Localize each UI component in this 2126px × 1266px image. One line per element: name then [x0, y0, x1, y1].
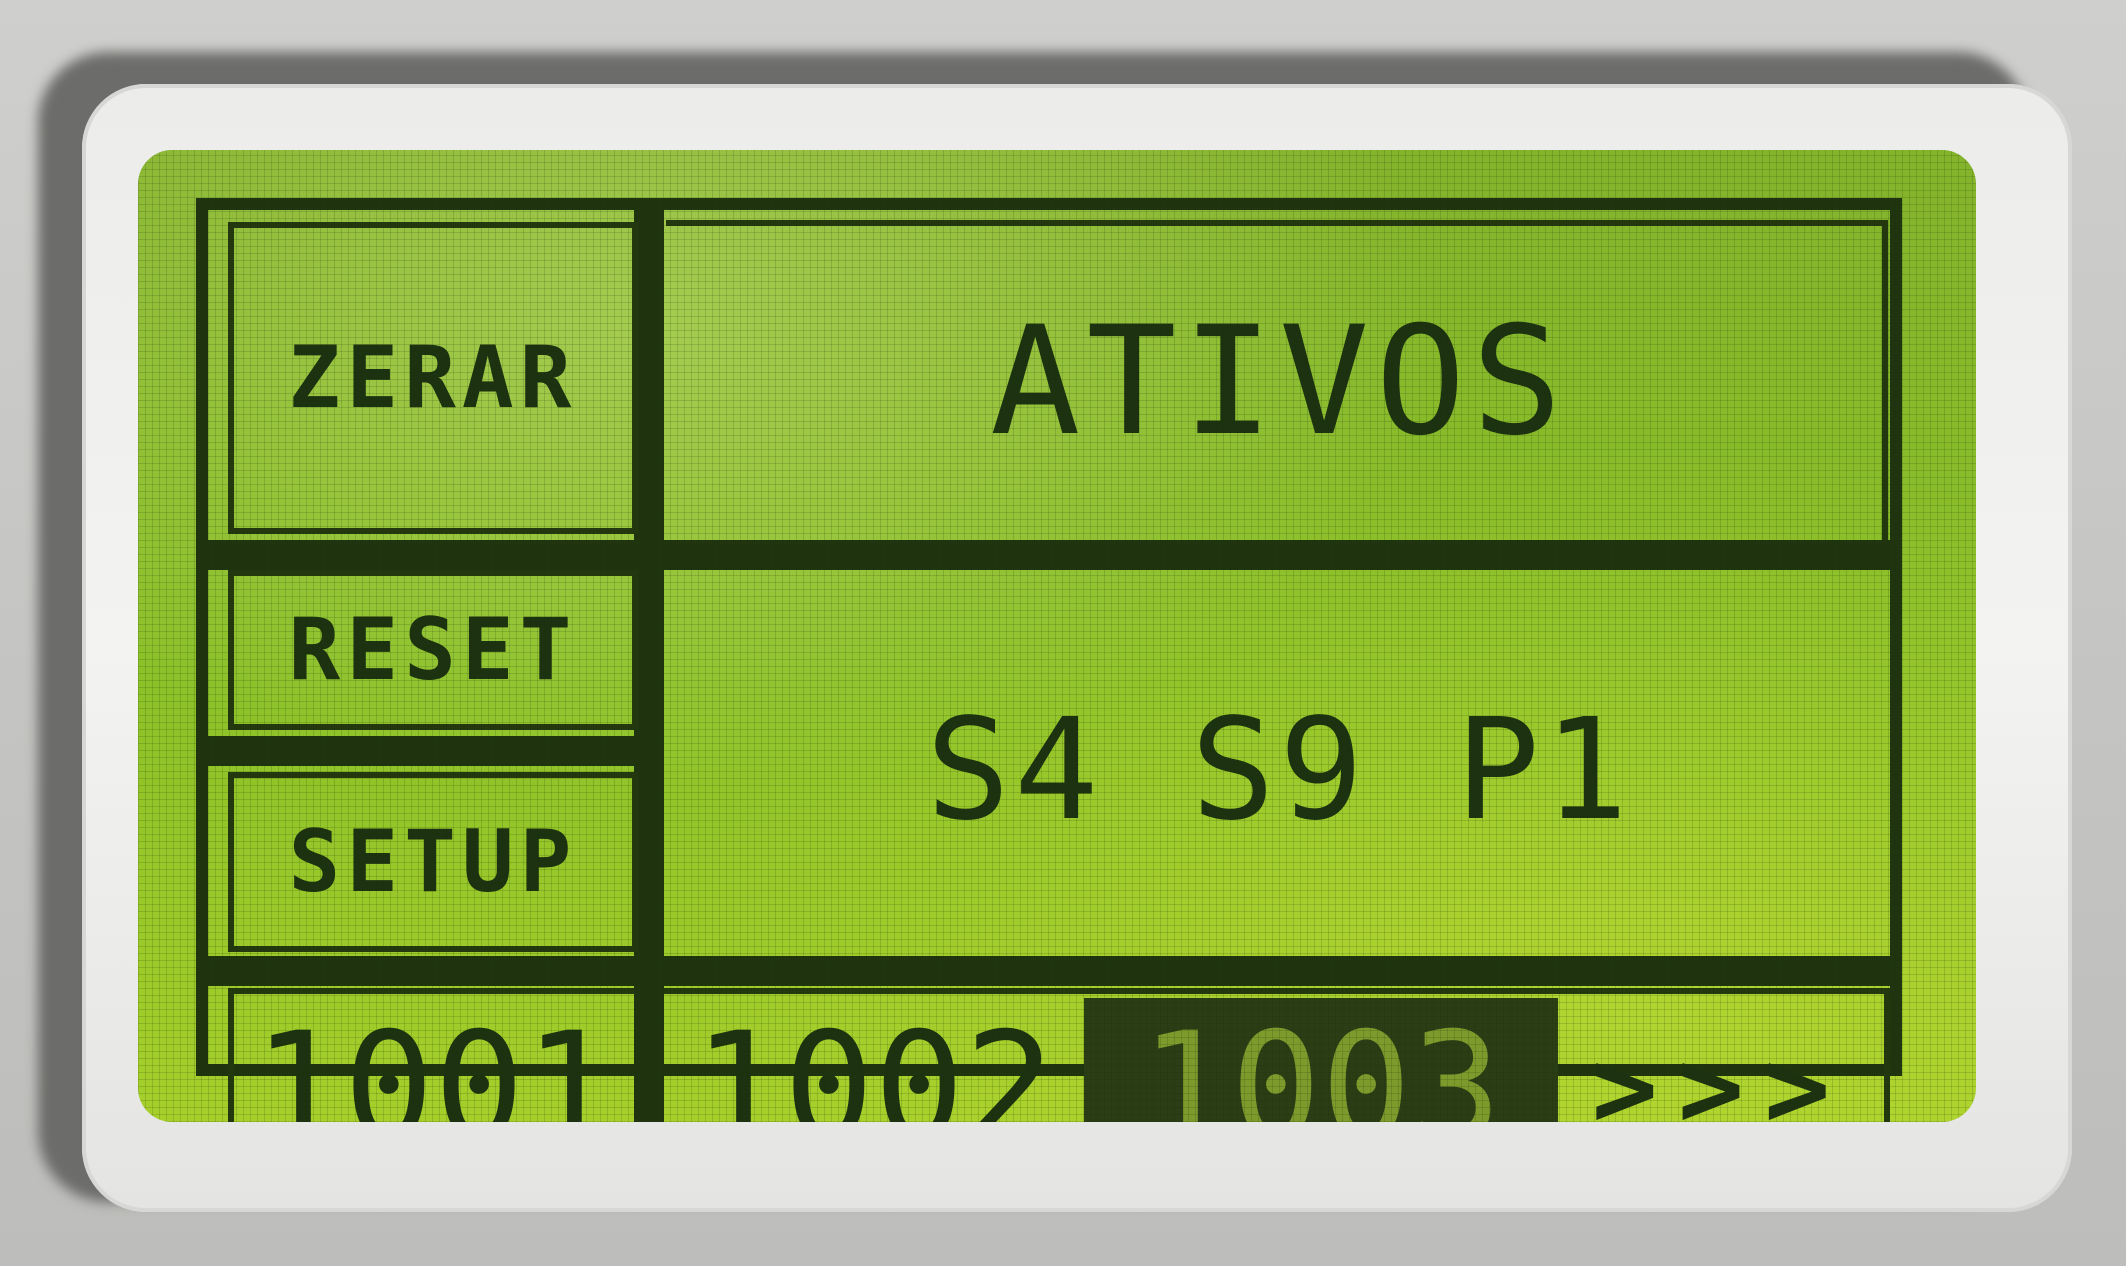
tab-1003-selected[interactable]: 1003	[1084, 998, 1558, 1122]
device-housing: ZERAR RESET SETUP ATIVOS S4 S9 P1 1001 1…	[0, 0, 2126, 1266]
tab-1001[interactable]: 1001	[234, 998, 634, 1122]
title-divider	[208, 540, 1890, 570]
vertical-divider	[634, 210, 664, 1010]
next-page-label: >>>	[1591, 1024, 1851, 1122]
tab-divider	[634, 988, 664, 1122]
setup-button-label: SETUP	[288, 812, 578, 912]
next-page-button[interactable]: >>>	[1558, 998, 1884, 1122]
page-title: ATIVOS	[990, 295, 1568, 469]
tab-1003-label: 1003	[1140, 1001, 1502, 1122]
tab-1001-label: 1001	[253, 1001, 615, 1122]
lcd-screen: ZERAR RESET SETUP ATIVOS S4 S9 P1 1001 1…	[138, 150, 1976, 1122]
tab-1002[interactable]: 1002	[664, 998, 1084, 1122]
tabs-divider	[208, 956, 1890, 986]
tab-1002-label: 1002	[693, 1001, 1055, 1122]
menu-divider	[208, 736, 648, 766]
zerar-button-label: ZERAR	[288, 328, 578, 428]
reset-button[interactable]: RESET	[228, 570, 638, 730]
setup-button[interactable]: SETUP	[228, 772, 638, 952]
active-items-display: S4 S9 P1	[925, 688, 1633, 852]
zerar-button[interactable]: ZERAR	[228, 222, 638, 534]
reset-button-label: RESET	[288, 600, 578, 700]
